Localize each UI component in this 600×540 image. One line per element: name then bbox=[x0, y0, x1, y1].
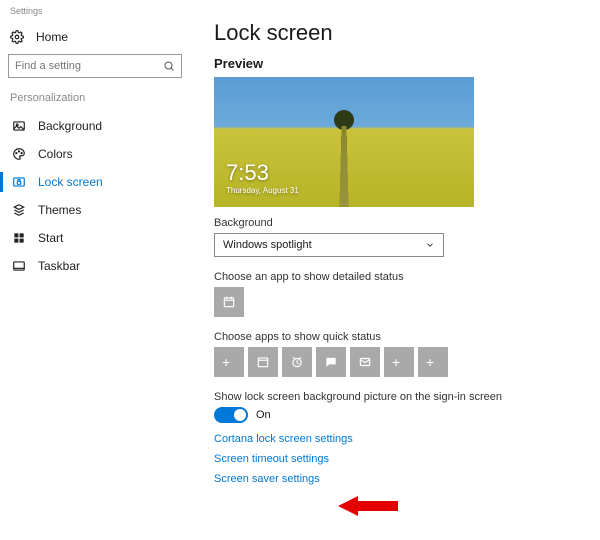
themes-icon bbox=[12, 203, 26, 217]
signin-picture-label: Show lock screen background picture on t… bbox=[214, 391, 590, 403]
taskbar-icon bbox=[12, 259, 26, 273]
quick-status-tile-7[interactable]: + bbox=[418, 347, 448, 377]
signin-picture-toggle[interactable] bbox=[214, 407, 248, 423]
content-pane: Lock screen Preview 7:53 Thursday, Augus… bbox=[190, 0, 600, 540]
preview-date: Thursday, August 31 bbox=[226, 186, 299, 195]
chevron-down-icon bbox=[425, 240, 435, 250]
gear-icon bbox=[10, 30, 24, 44]
detailed-status-app-tile[interactable] bbox=[214, 287, 244, 317]
sidebar-item-taskbar[interactable]: Taskbar bbox=[8, 252, 182, 280]
sidebar-item-start[interactable]: Start bbox=[8, 224, 182, 252]
preview-time: 7:53 bbox=[226, 160, 299, 186]
cortana-settings-link[interactable]: Cortana lock screen settings bbox=[214, 433, 590, 445]
sidebar: Settings Home Personalization Background… bbox=[0, 0, 190, 540]
search-input[interactable] bbox=[8, 54, 182, 78]
sidebar-item-label: Lock screen bbox=[38, 175, 103, 189]
search-icon bbox=[163, 60, 175, 72]
screen-timeout-link[interactable]: Screen timeout settings bbox=[214, 453, 590, 465]
sidebar-item-label: Colors bbox=[38, 147, 73, 161]
palette-icon bbox=[12, 147, 26, 161]
quick-status-tile-4[interactable] bbox=[316, 347, 346, 377]
home-nav[interactable]: Home bbox=[8, 26, 182, 54]
screen-saver-link[interactable]: Screen saver settings bbox=[214, 473, 590, 485]
mail-icon bbox=[358, 355, 372, 369]
sidebar-item-background[interactable]: Background bbox=[8, 112, 182, 140]
calendar-icon bbox=[222, 295, 236, 309]
sidebar-item-colors[interactable]: Colors bbox=[8, 140, 182, 168]
quick-status-tile-1[interactable]: + bbox=[214, 347, 244, 377]
quick-status-tile-5[interactable] bbox=[350, 347, 380, 377]
search-field[interactable] bbox=[15, 60, 163, 72]
section-label: Personalization bbox=[10, 92, 182, 104]
plus-icon: + bbox=[222, 355, 236, 369]
alarm-icon bbox=[290, 355, 304, 369]
background-select[interactable]: Windows spotlight bbox=[214, 233, 444, 257]
lock-screen-preview[interactable]: 7:53 Thursday, August 31 bbox=[214, 77, 474, 207]
quick-status-label: Choose apps to show quick status bbox=[214, 331, 590, 343]
tree-graphic bbox=[334, 110, 354, 130]
detailed-status-label: Choose an app to show detailed status bbox=[214, 271, 590, 283]
quick-status-tile-6[interactable]: + bbox=[384, 347, 414, 377]
toggle-state-label: On bbox=[256, 409, 271, 421]
page-title: Lock screen bbox=[214, 20, 590, 46]
lock-screen-icon bbox=[12, 175, 26, 189]
plus-icon: + bbox=[392, 355, 406, 369]
picture-icon bbox=[12, 119, 26, 133]
preview-label: Preview bbox=[214, 56, 590, 71]
sidebar-item-label: Start bbox=[38, 231, 63, 245]
background-label: Background bbox=[214, 217, 590, 229]
quick-status-tile-3[interactable] bbox=[282, 347, 312, 377]
sidebar-item-label: Themes bbox=[38, 203, 81, 217]
preview-clock: 7:53 Thursday, August 31 bbox=[226, 160, 299, 195]
start-icon bbox=[12, 231, 26, 245]
background-value: Windows spotlight bbox=[223, 239, 312, 251]
sidebar-item-themes[interactable]: Themes bbox=[8, 196, 182, 224]
app-title: Settings bbox=[8, 6, 182, 16]
quick-status-tile-2[interactable] bbox=[248, 347, 278, 377]
home-label: Home bbox=[36, 30, 68, 44]
sidebar-item-label: Background bbox=[38, 119, 102, 133]
sidebar-item-lock-screen[interactable]: Lock screen bbox=[8, 168, 182, 196]
message-icon bbox=[324, 355, 338, 369]
sidebar-item-label: Taskbar bbox=[38, 259, 80, 273]
plus-icon: + bbox=[426, 355, 440, 369]
calendar-icon bbox=[256, 355, 270, 369]
